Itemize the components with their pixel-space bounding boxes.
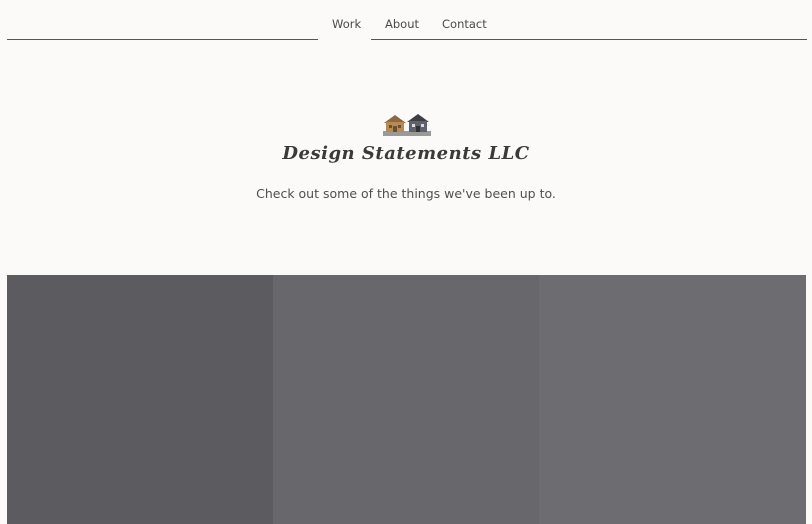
gallery-tile[interactable] [539,275,806,524]
nav-link-work[interactable]: Work [332,17,361,31]
gallery-tile[interactable] [273,275,539,524]
brand-title: Design Statements LLC [282,143,530,164]
nav-divider-left [7,39,318,40]
gallery-tile[interactable] [7,275,273,524]
nav-link-contact[interactable]: Contact [442,17,487,31]
top-nav: Work About Contact [0,0,812,40]
tagline: Check out some of the things we've been … [256,186,556,201]
page: Work About Contact Design Statements LLC… [0,0,812,524]
houses-icon [383,112,431,136]
nav-link-about[interactable]: About [385,17,419,31]
nav-divider-right [371,39,807,40]
work-gallery [7,275,806,524]
